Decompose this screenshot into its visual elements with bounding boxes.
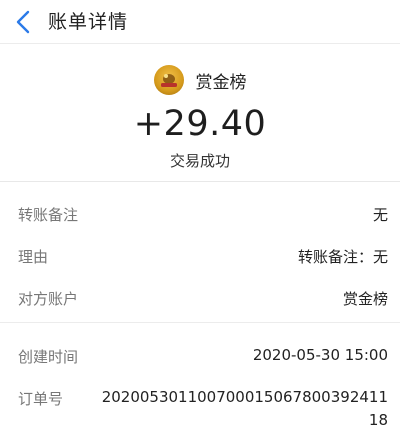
detail-row-created-time: 创建时间 2020-05-30 15:00 <box>0 336 400 376</box>
detail-label: 理由 <box>18 248 49 266</box>
detail-label: 创建时间 <box>18 348 79 366</box>
detail-label: 转账备注 <box>18 206 79 224</box>
detail-label: 对方账户 <box>18 290 79 308</box>
order-number-value[interactable]: 20200530110070001506780039241118 <box>96 386 388 432</box>
detail-value: 2020-05-30 15:00 <box>252 346 388 364</box>
detail-row-order-number: 订单号 20200530110070001506780039241118 <box>0 378 400 438</box>
page-title: 账单详情 <box>48 11 129 33</box>
transaction-amount: +29.40 <box>133 104 267 144</box>
detail-row-remark: 转账备注 无 <box>0 194 400 234</box>
top-navigation-bar: 账单详情 <box>0 0 400 44</box>
merchant-name: 赏金榜 <box>195 72 247 93</box>
transaction-summary: 赏金榜 +29.40 交易成功 <box>0 44 400 182</box>
transaction-status: 交易成功 <box>169 152 230 170</box>
back-button[interactable] <box>8 6 40 38</box>
merchant-logo-icon <box>160 74 177 87</box>
detail-row-reason: 理由 转账备注：无 <box>0 236 400 276</box>
detail-row-counterparty: 对方账户 赏金榜 <box>0 278 400 318</box>
section-divider <box>0 322 400 323</box>
detail-label: 订单号 <box>18 390 64 408</box>
chevron-left-icon <box>16 10 30 34</box>
detail-value: 无 <box>372 206 388 224</box>
detail-value: 转账备注：无 <box>297 248 388 266</box>
merchant-logo <box>153 65 184 95</box>
detail-value: 赏金榜 <box>342 290 388 308</box>
merchant-info: 赏金榜 <box>0 64 400 96</box>
